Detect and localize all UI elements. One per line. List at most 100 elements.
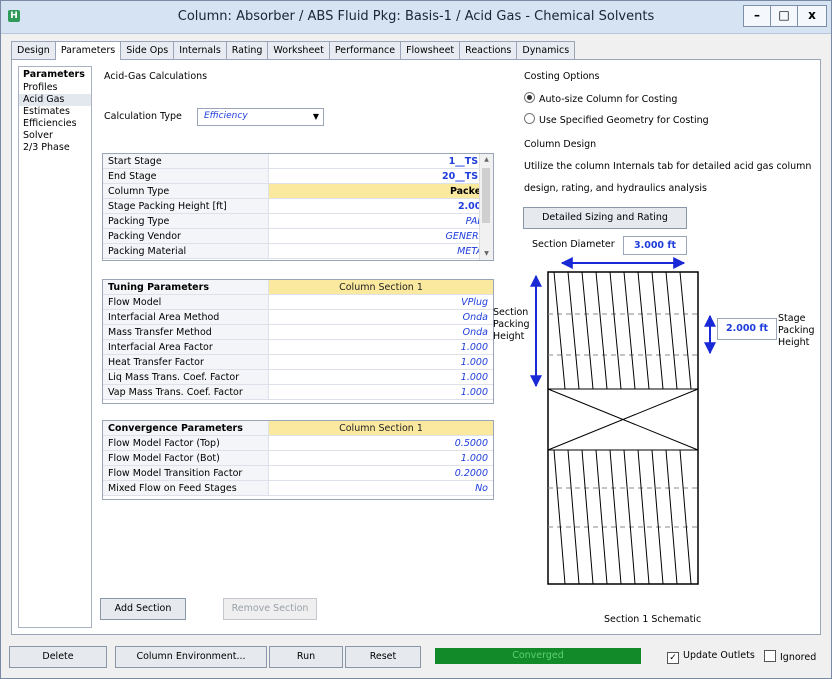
add-section-button[interactable]: Add Section: [100, 598, 186, 620]
schematic-caption: Section 1 Schematic: [604, 614, 702, 625]
acid-gas-heading: Acid-Gas Calculations: [104, 71, 208, 82]
tab-rating[interactable]: Rating: [225, 41, 269, 59]
label-line: Packing: [493, 319, 530, 330]
tab-parameters[interactable]: Parameters: [54, 41, 122, 60]
row-value[interactable]: 1.000: [268, 369, 493, 385]
run-button[interactable]: Run: [269, 646, 343, 668]
table-row[interactable]: Liq Mass Trans. Coef. Factor 1.000: [103, 369, 493, 385]
row-value[interactable]: 0.2000: [268, 465, 493, 481]
table-row[interactable]: Start Stage 1__TS 1: [103, 154, 493, 169]
tab-flowsheet[interactable]: Flowsheet: [400, 41, 461, 59]
tab-dynamics[interactable]: Dynamics: [516, 41, 576, 59]
label-line: Section: [493, 307, 529, 318]
row-label: Flow Model Transition Factor: [103, 465, 269, 481]
maximize-button[interactable]: □: [770, 5, 798, 27]
row-value[interactable]: VPlug: [268, 294, 493, 310]
table-row[interactable]: Flow Model Transition Factor 0.2000: [103, 465, 493, 481]
update-outlets-label: Update Outlets: [683, 650, 755, 661]
row-value[interactable]: 1.000: [268, 339, 493, 355]
table-row[interactable]: Mass Transfer Method Onda: [103, 324, 493, 340]
sidebar-item-acid-gas[interactable]: Acid Gas: [19, 94, 91, 106]
row-label: Stage Packing Height [ft]: [103, 198, 269, 214]
radio-auto-size[interactable]: Auto-size Column for Costing: [524, 92, 677, 105]
row-label: Vap Mass Trans. Coef. Factor: [103, 384, 269, 400]
radio-unselected-icon: [524, 113, 535, 124]
row-value[interactable]: 2.000: [268, 198, 493, 214]
table-row[interactable]: Interfacial Area Factor 1.000: [103, 339, 493, 355]
column-window: H Column: Absorber / ABS Fluid Pkg: Basi…: [0, 0, 832, 679]
grid-header-column: Column Section 1: [268, 421, 493, 436]
table-row[interactable]: Mixed Flow on Feed Stages No: [103, 480, 493, 496]
row-value[interactable]: Onda: [268, 309, 493, 325]
close-button[interactable]: x: [797, 5, 827, 27]
checkbox-unchecked-icon: [764, 650, 776, 662]
sidebar-item-2-3-phase[interactable]: 2/3 Phase: [19, 142, 91, 154]
row-value[interactable]: 1.000: [268, 450, 493, 466]
tab-side-ops[interactable]: Side Ops: [120, 41, 175, 59]
chevron-down-icon: ▼: [312, 112, 319, 121]
update-outlets-checkbox[interactable]: ✓ Update Outlets: [667, 650, 755, 664]
remove-section-button[interactable]: Remove Section: [223, 598, 317, 620]
sidebar-item-solver[interactable]: Solver: [19, 130, 91, 142]
grid-header-title: Convergence Parameters: [103, 421, 269, 436]
calc-type-value: Efficiency: [204, 111, 248, 121]
reset-button[interactable]: Reset: [345, 646, 421, 668]
parameters-sidebar: Parameters Profiles Acid Gas Estimates E…: [18, 66, 92, 628]
tab-design[interactable]: Design: [11, 41, 56, 59]
table-row[interactable]: Flow Model Factor (Top) 0.5000: [103, 435, 493, 451]
tab-strip: Design Parameters Side Ops Internals Rat…: [11, 41, 576, 60]
scroll-thumb[interactable]: [482, 168, 490, 223]
table-row[interactable]: Packing Type PALL: [103, 213, 493, 229]
label-line: Height: [778, 337, 810, 348]
minimize-button[interactable]: –: [743, 5, 771, 27]
row-value[interactable]: 0.5000: [268, 435, 493, 451]
row-value[interactable]: 1.000: [268, 354, 493, 370]
row-value[interactable]: 1.000: [268, 384, 493, 400]
table-row[interactable]: Flow Model Factor (Bot) 1.000: [103, 450, 493, 466]
tab-reactions[interactable]: Reactions: [459, 41, 518, 59]
column-environment-button[interactable]: Column Environment...: [115, 646, 267, 668]
tab-worksheet[interactable]: Worksheet: [267, 41, 330, 59]
parameters-page: Parameters Profiles Acid Gas Estimates E…: [11, 59, 821, 635]
column-outline: [547, 271, 699, 585]
row-label: End Stage: [103, 168, 269, 184]
row-value[interactable]: METAL: [268, 243, 493, 259]
row-value[interactable]: Onda: [268, 324, 493, 340]
sidebar-item-estimates[interactable]: Estimates: [19, 106, 91, 118]
row-value[interactable]: PALL: [268, 213, 493, 229]
delete-button[interactable]: Delete: [9, 646, 107, 668]
table-row[interactable]: Stage Packing Height [ft] 2.000: [103, 198, 493, 214]
table-row[interactable]: Packing Vendor GENERIC: [103, 228, 493, 244]
ignored-checkbox[interactable]: Ignored: [764, 650, 816, 663]
radio-specified-geometry[interactable]: Use Specified Geometry for Costing: [524, 113, 709, 126]
vertical-scrollbar[interactable]: ▲ ▼: [479, 154, 493, 260]
calc-type-dropdown[interactable]: Efficiency ▼: [197, 108, 324, 126]
sidebar-item-profiles[interactable]: Profiles: [19, 82, 91, 94]
row-value[interactable]: 1__TS 1: [268, 154, 493, 169]
scroll-up-icon[interactable]: ▲: [480, 154, 493, 166]
row-value[interactable]: Packed: [268, 183, 493, 199]
row-value[interactable]: 20__TS 1: [268, 168, 493, 184]
table-row[interactable]: Interfacial Area Method Onda: [103, 309, 493, 325]
stage-grid: Start Stage 1__TS 1 End Stage 20__TS 1 Col…: [102, 153, 494, 261]
row-label: Flow Model: [103, 294, 269, 310]
checkbox-checked-icon: ✓: [667, 652, 679, 664]
stage-height-value[interactable]: 2.000 ft: [717, 318, 777, 340]
label-line: Packing: [778, 325, 815, 336]
tab-performance[interactable]: Performance: [328, 41, 402, 59]
sidebar-item-efficiencies[interactable]: Efficiencies: [19, 118, 91, 130]
table-row[interactable]: Column Type Packed: [103, 183, 493, 199]
row-value[interactable]: GENERIC: [268, 228, 493, 244]
row-label: Flow Model Factor (Bot): [103, 450, 269, 466]
table-row[interactable]: Flow Model VPlug: [103, 294, 493, 310]
table-row[interactable]: Packing Material METAL: [103, 243, 493, 259]
row-value[interactable]: No: [268, 480, 493, 496]
grid-header: Tuning Parameters Column Section 1: [103, 280, 493, 295]
tab-internals[interactable]: Internals: [173, 41, 227, 59]
row-label: Packing Type: [103, 213, 269, 229]
detailed-sizing-button[interactable]: Detailed Sizing and Rating: [523, 207, 687, 229]
table-row[interactable]: Vap Mass Trans. Coef. Factor 1.000: [103, 384, 493, 400]
table-row[interactable]: End Stage 20__TS 1: [103, 168, 493, 184]
grid-header: Convergence Parameters Column Section 1: [103, 421, 493, 436]
table-row[interactable]: Heat Transfer Factor 1.000: [103, 354, 493, 370]
